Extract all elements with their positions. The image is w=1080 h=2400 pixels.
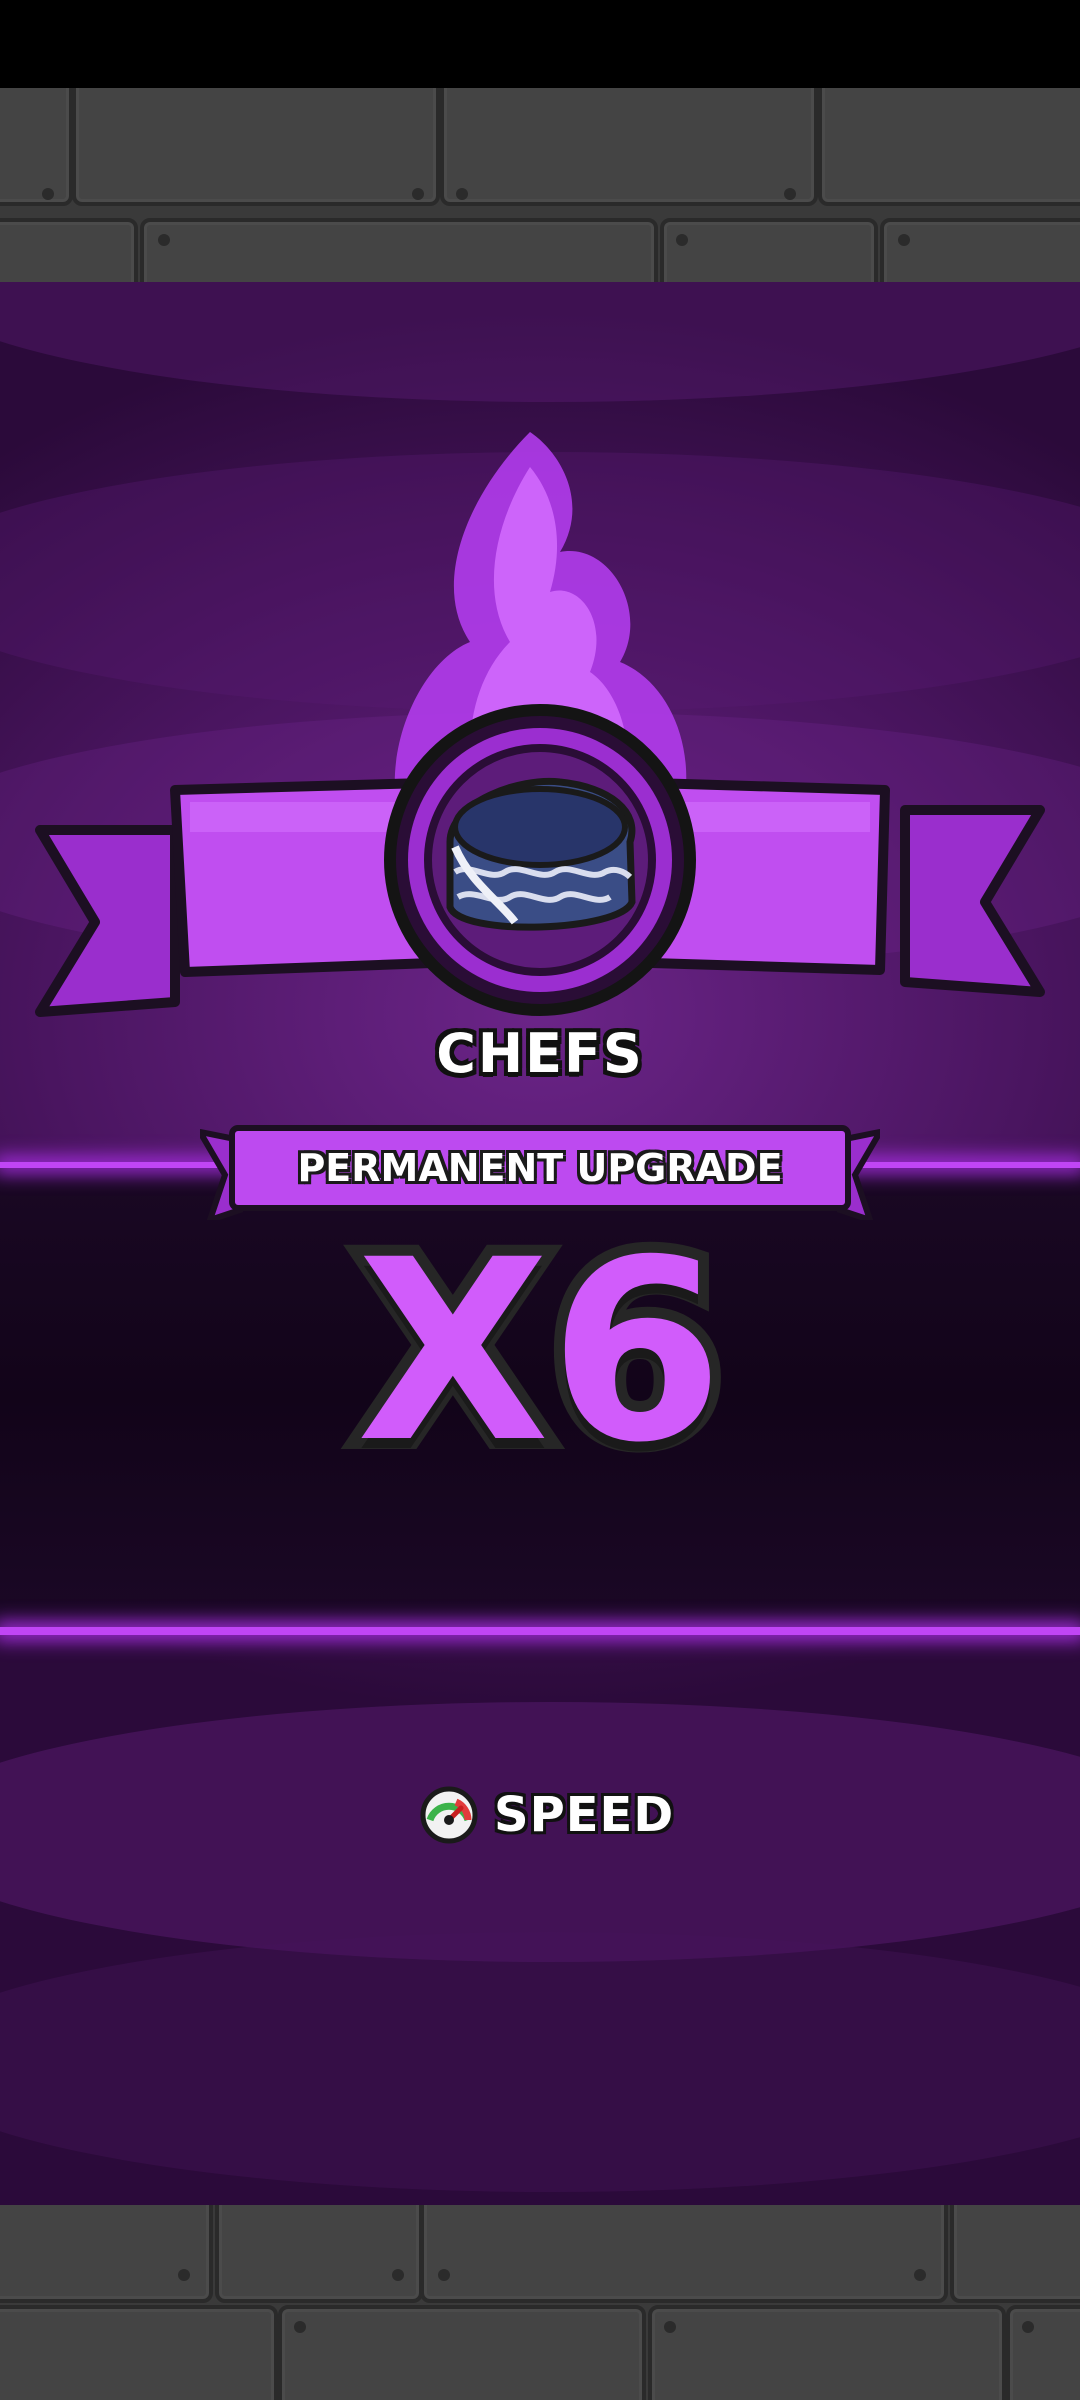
background-wave: [0, 1932, 1080, 2192]
chef-hat-icon: [446, 777, 636, 931]
reward-emblem: [35, 432, 1045, 1017]
stone-wall-top: [0, 88, 1080, 282]
speedometer-icon: [420, 1786, 478, 1844]
multiplier-value: X6: [346, 1195, 735, 1508]
stone-wall-bottom: [0, 2205, 1080, 2400]
glow-divider-bottom: [0, 1627, 1080, 1635]
stat-label: SPEED: [494, 1787, 675, 1843]
stat-row: SPEED: [420, 1782, 674, 1848]
reward-panel: CHEFS PERMANENT UPGRADE X6 SPEED: [0, 282, 1080, 2205]
subtitle-label: PERMANENT UPGRADE: [297, 1146, 783, 1190]
status-bar: [0, 0, 1080, 88]
reward-title: CHEFS: [436, 1022, 644, 1085]
